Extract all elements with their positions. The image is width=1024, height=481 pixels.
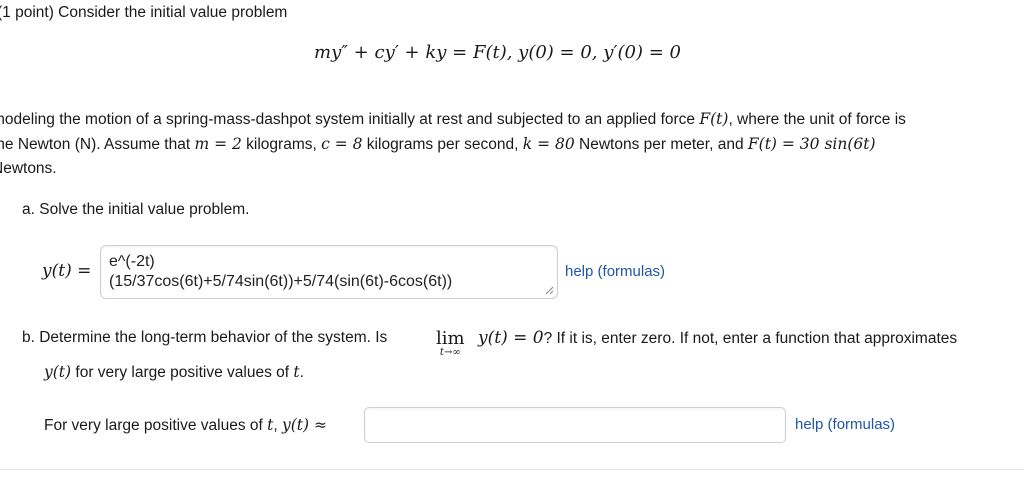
paragraph-text: kilograms,	[241, 136, 322, 153]
header-text: (1 point) Consider the initial value pro…	[0, 4, 288, 21]
paragraph-text: kilograms per second,	[362, 136, 523, 153]
y-of-t-label: y(t) =	[42, 261, 92, 281]
part-b-answer-input[interactable]	[364, 407, 786, 443]
help-formulas-link-a[interactable]: help (formulas)	[565, 263, 665, 280]
y-of-t-symbol: y(t)	[44, 363, 72, 381]
limit-word: lim	[436, 328, 465, 349]
paragraph-text: the Newton (N). Assume that	[0, 136, 195, 153]
force-symbol: F(t)	[699, 110, 729, 128]
resize-handle-icon[interactable]	[545, 286, 554, 295]
help-formulas-link-b[interactable]: help (formulas)	[795, 416, 895, 433]
problem-paragraph-line-3: Newtons.	[0, 160, 57, 178]
limit-subscript: t→∞	[439, 347, 461, 358]
part-a-answer-textarea[interactable]: e^(-2t) (15/37cos(6t)+5/74sin(6t))+5/74(…	[100, 245, 558, 299]
section-divider	[0, 469, 1024, 470]
paragraph-text: Newtons per meter, and	[574, 136, 748, 153]
part-b-line-1: b. Determine the long-term behavior of t…	[22, 329, 387, 347]
part-b-line-2: y(t) for very large positive values of t…	[44, 363, 304, 382]
part-b-text: for very large positive values of	[71, 364, 294, 381]
part-b-prompt: For very large positive values of t, y(t…	[44, 416, 327, 435]
part-b-text: .	[299, 364, 304, 381]
prompt-text: For very large positive values of	[44, 417, 268, 434]
mass-value: m = 2	[194, 135, 242, 153]
approx-symbol: y(t) ≈	[281, 416, 327, 434]
part-b-text: b. Determine the long-term behavior of t…	[22, 329, 388, 346]
answer-line-1: e^(-2t)	[109, 253, 155, 270]
initial-value-equation: my″ + cy′ + ky = F(t), y(0) = 0, y′(0) =…	[314, 42, 681, 63]
spring-value: k = 80	[522, 135, 575, 153]
problem-paragraph-line-2: the Newton (N). Assume that m = 2 kilogr…	[0, 135, 876, 154]
force-function: F(t) = 30 sin(6t)	[747, 135, 876, 153]
answer-line-2: (15/37cos(6t)+5/74sin(6t))+5/74(sin(6t)-…	[109, 273, 453, 290]
paragraph-text: modeling the motion of a spring-mass-das…	[0, 111, 700, 128]
problem-paragraph-line-1: modeling the motion of a spring-mass-das…	[0, 110, 906, 129]
part-b-text: ? If it is, enter zero. If not, enter a …	[543, 330, 958, 347]
limit-expression: lim t→∞	[436, 328, 465, 358]
part-b-line-1-rest: y(t) = 0? If it is, enter zero. If not, …	[478, 328, 957, 348]
limit-condition: y(t) = 0	[478, 328, 544, 348]
paragraph-text: , where the unit of force is	[728, 111, 906, 128]
damping-value: c = 8	[321, 135, 363, 153]
problem-header: (1 point) Consider the initial value pro…	[0, 4, 287, 22]
prompt-text: ,	[273, 417, 282, 434]
paragraph-text: Newtons.	[0, 160, 57, 177]
part-a-label: a. Solve the initial value problem.	[22, 201, 250, 218]
